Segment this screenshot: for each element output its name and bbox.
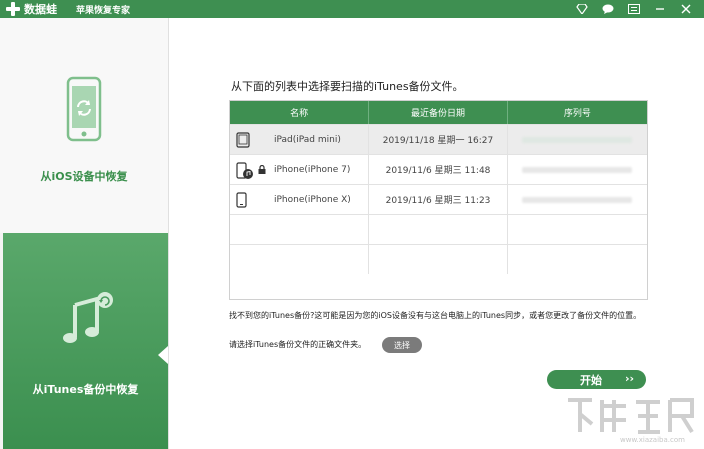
iphone-itunes-icon [236,162,253,179]
chat-icon[interactable] [600,1,616,17]
table-header: 名称 最近备份日期 序列号 [230,101,647,124]
ipad-icon [236,132,250,148]
iphone-icon [236,192,247,208]
sidebar: 从iOS设备中恢复 从iTunes备份中恢复 [0,18,169,449]
sidebar-item-ios-device[interactable]: 从iOS设备中恢复 [0,18,168,233]
start-button-label: 开始 [580,374,602,387]
table-row-empty [230,244,647,274]
backup-date: 2019/11/18 星期一 16:27 [382,136,494,146]
page-title: 从下面的列表中选择要扫描的iTunes备份文件。 [231,80,464,93]
sidebar-item-label: 从iTunes备份中恢复 [32,383,139,396]
watermark-url: www.xiazaiba.com [620,436,685,444]
device-name: iPhone(iPhone 7) [274,164,351,175]
table-row[interactable]: iPhone(iPhone 7) 2019/11/6 星期三 11:48 [230,154,647,184]
app-logo: 数据蛙 [6,1,57,17]
column-header-serial: 序列号 [563,109,591,119]
table-row[interactable]: iPhone(iPhone X) 2019/11/6 星期三 11:23 [230,184,647,214]
title-bar: 数据蛙 苹果恢复专家 [0,0,704,18]
missing-backup-hint: 找不到您的iTunes备份?这可能是因为您的iOS设备没有与这台电脑上的iTun… [229,311,642,320]
diamond-icon[interactable] [574,1,590,17]
backup-date: 2019/11/6 星期三 11:23 [385,196,491,206]
start-button[interactable]: 开始 ›› [547,370,646,389]
table-row-empty [230,214,647,244]
phone-restore-icon [66,76,102,142]
sidebar-item-label: 从iOS设备中恢复 [40,170,128,183]
backup-table: 名称 最近备份日期 序列号 iPad(iPad mini) 2019/11/18… [229,100,648,300]
app-name: 数据蛙 [24,3,57,16]
serial-number-redacted [522,166,633,173]
app-subtitle: 苹果恢复专家 [76,6,131,16]
selection-pointer [158,346,168,364]
menu-icon[interactable] [626,1,642,17]
watermark-logo [568,398,694,434]
sidebar-item-itunes-backup[interactable]: 从iTunes备份中恢复 [3,233,168,449]
lock-icon [258,165,266,174]
plus-logo-icon [6,2,20,16]
close-icon[interactable] [678,1,694,17]
column-header-name: 名称 [230,101,370,124]
device-name: iPad(iPad mini) [274,134,341,145]
choose-folder-button[interactable]: 选择 [382,337,422,353]
minimize-icon[interactable] [652,1,668,17]
serial-number-redacted [522,196,633,203]
column-header-date: 最近备份日期 [369,101,508,124]
backup-date: 2019/11/6 星期三 11:48 [385,166,491,176]
music-restore-icon [63,292,113,343]
choose-folder-text: 请选择iTunes备份文件的正确文件夹。 [229,340,367,349]
serial-number-redacted [522,136,633,143]
double-chevron-right-icon: ›› [625,372,635,385]
device-name: iPhone(iPhone X) [274,194,351,205]
titlebar-controls [574,1,694,17]
table-row[interactable]: iPad(iPad mini) 2019/11/18 星期一 16:27 [230,124,647,154]
